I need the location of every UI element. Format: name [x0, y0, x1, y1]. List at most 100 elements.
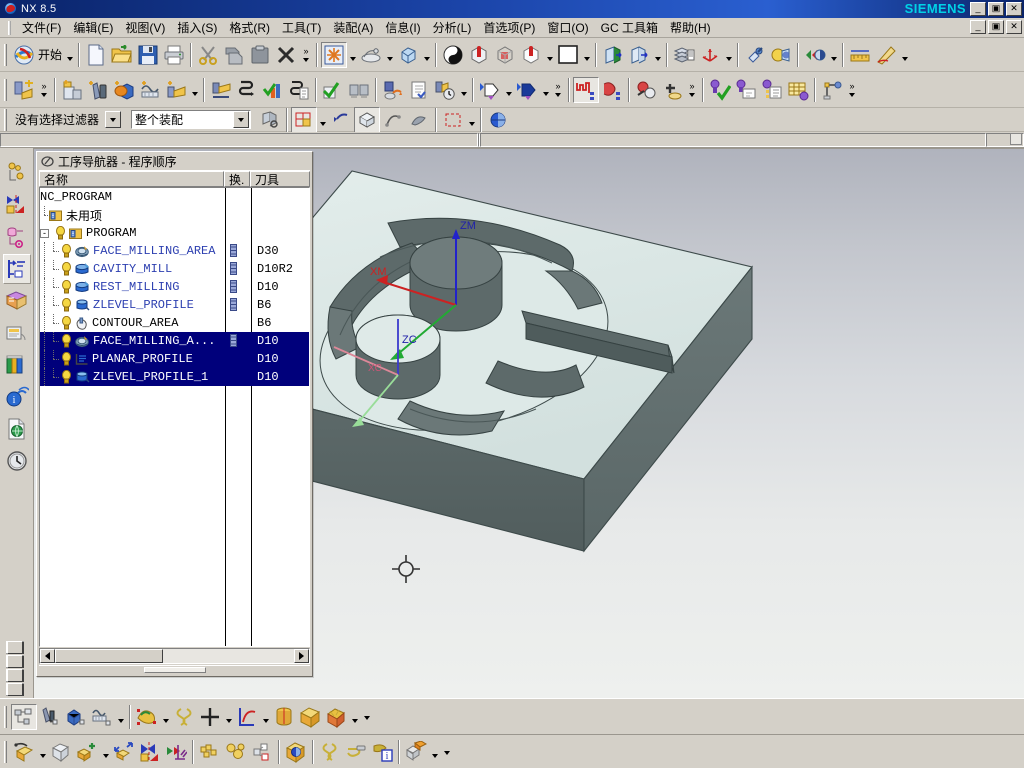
add-component-icon[interactable] [74, 739, 100, 765]
datum-csys-icon[interactable] [48, 739, 74, 765]
assembly-icon[interactable] [768, 42, 794, 68]
tree-row-2[interactable]: - PROGRAM [40, 224, 309, 242]
curve-icon[interactable] [171, 704, 197, 730]
shell-icon[interactable] [323, 704, 349, 730]
tree-row-9[interactable]: PLANAR_PROFILE D10 [40, 350, 309, 368]
menu-item-1[interactable]: 编辑(E) [67, 18, 119, 37]
face-select-icon[interactable] [354, 106, 380, 133]
machine-tool-icon[interactable] [573, 76, 599, 103]
toolbar-grip[interactable] [2, 107, 9, 133]
resource-scroll-down-bottom[interactable] [6, 683, 24, 696]
create-geometry-icon[interactable] [111, 77, 137, 103]
resource-scroll-down[interactable] [6, 669, 24, 682]
section-dropdown[interactable] [652, 42, 663, 68]
view-section-icon[interactable] [600, 42, 626, 68]
fit-view-icon[interactable] [321, 41, 348, 68]
constraint-icon[interactable] [163, 739, 189, 765]
verify-toolpath-icon[interactable] [260, 77, 286, 103]
sketch-curve-icon[interactable] [234, 704, 260, 730]
menu-item-10[interactable]: 窗口(O) [541, 18, 594, 37]
graphics-corner-icon[interactable] [1010, 133, 1022, 145]
tree-row-4[interactable]: CAVITY_MILL D10R2 [40, 260, 309, 278]
drilling-icon[interactable] [633, 77, 659, 103]
roles-icon[interactable] [3, 350, 31, 380]
confirm-toolpath-icon[interactable] [320, 77, 346, 103]
render-icon[interactable] [283, 739, 309, 765]
rotate-icon[interactable] [395, 42, 421, 68]
feature-dropdown[interactable] [115, 704, 126, 730]
close-button[interactable]: ✕ [1006, 2, 1022, 16]
column-header-tool[interactable]: 刀具 [250, 171, 310, 187]
block-dropdown[interactable] [429, 739, 440, 765]
simulate-icon[interactable] [477, 77, 503, 103]
regenerate-bulb-icon[interactable] [61, 262, 72, 276]
snap-point-icon[interactable] [291, 106, 317, 133]
feature-check-icon[interactable] [707, 77, 733, 103]
selection-filter-combo[interactable]: 没有选择过滤器 [11, 110, 123, 129]
shop-doc-icon[interactable] [432, 77, 458, 103]
curve-tool-icon[interactable] [317, 739, 343, 765]
print-icon[interactable] [161, 42, 187, 68]
toolbar-grip[interactable] [2, 77, 9, 103]
doc-restore-button[interactable]: ▣ [988, 20, 1004, 34]
info-tool-icon[interactable]: i [369, 739, 395, 765]
select-general-icon[interactable] [257, 107, 283, 133]
toolbar-grip[interactable] [2, 739, 9, 765]
start-menu-label[interactable]: 开始 [37, 46, 64, 63]
save-icon[interactable] [135, 42, 161, 68]
scroll-track[interactable] [55, 649, 294, 663]
toolbar-grip[interactable] [2, 704, 9, 730]
layer-settings-icon[interactable] [671, 42, 697, 68]
wcs-dynamic-icon[interactable] [697, 42, 723, 68]
analysis-dropdown[interactable] [160, 704, 171, 730]
menu-item-7[interactable]: 信息(I) [379, 18, 426, 37]
open-file-icon[interactable] [109, 42, 135, 68]
measure-distance-icon[interactable] [847, 42, 873, 68]
generate-toolpath-icon[interactable] [208, 77, 234, 103]
minimize-button[interactable]: _ [970, 2, 986, 16]
regenerate-bulb-icon[interactable] [61, 370, 72, 384]
turning-icon[interactable] [599, 77, 625, 103]
toolbar-overflow-chevron[interactable] [440, 738, 454, 766]
toolbar-overflow-chevron[interactable]: » [551, 76, 565, 104]
measure-dropdown[interactable] [899, 42, 910, 68]
datum-dropdown[interactable] [223, 704, 234, 730]
menu-item-6[interactable]: 装配(A) [327, 18, 379, 37]
rectangle-select-icon[interactable] [440, 107, 466, 133]
toolbar-grip[interactable] [2, 42, 9, 68]
start-menu-dropdown[interactable] [64, 42, 75, 68]
new-file-icon[interactable] [83, 42, 109, 68]
chevron-down-icon[interactable] [105, 111, 121, 128]
datum-plane-icon[interactable] [197, 704, 223, 730]
explode-icon[interactable] [249, 739, 275, 765]
column-header-name[interactable]: 名称 [39, 171, 224, 187]
shaded-select-icon[interactable] [485, 107, 511, 133]
scroll-left-button[interactable] [40, 649, 55, 663]
regenerate-bulb-icon[interactable] [61, 352, 72, 366]
scroll-right-button[interactable] [294, 649, 309, 663]
tree-row-6[interactable]: ZLEVEL_PROFILE B6 [40, 296, 309, 314]
studio-render-icon[interactable] [492, 42, 518, 68]
cam-dropdown[interactable] [458, 77, 469, 103]
navigator-horizontal-scrollbar[interactable] [39, 648, 310, 664]
mirror-icon[interactable] [137, 739, 163, 765]
operation-navigator-icon[interactable] [2, 254, 31, 284]
postprocess-icon[interactable] [406, 77, 432, 103]
constraint-navigator-icon[interactable] [3, 190, 31, 220]
reuse-library-icon[interactable] [3, 286, 31, 316]
html-help-icon[interactable] [3, 318, 31, 348]
pattern-feature-icon[interactable] [89, 704, 115, 730]
copy-icon[interactable] [221, 42, 247, 68]
menu-item-9[interactable]: 首选项(P) [477, 18, 541, 37]
block-tool-icon[interactable] [403, 739, 429, 765]
compare-icon[interactable] [346, 77, 372, 103]
tree-row-0[interactable]: NC_PROGRAM [40, 188, 309, 206]
menu-item-0[interactable]: 文件(F) [16, 18, 67, 37]
replay-toolpath-icon[interactable] [234, 77, 260, 103]
regenerate-bulb-icon[interactable] [61, 298, 72, 312]
face-analysis-icon[interactable] [518, 42, 544, 68]
resource-scroll-up-top[interactable] [6, 641, 24, 654]
graphics-window[interactable]: ZM XM ZC XC 工序导航器 - 程序顺序 名称 换. 刀具 NC_PRO… [34, 148, 1024, 698]
edge-select-icon[interactable] [380, 107, 406, 133]
create-tool-icon[interactable] [85, 77, 111, 103]
